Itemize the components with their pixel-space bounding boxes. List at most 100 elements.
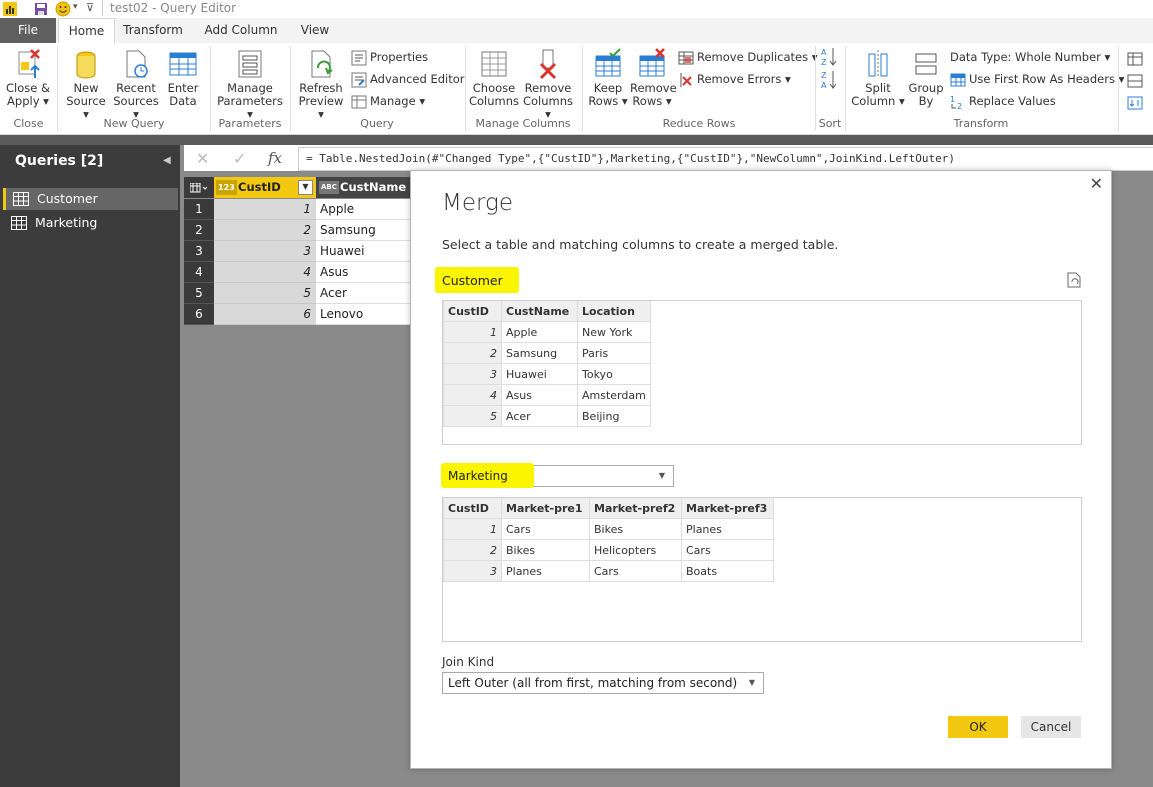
refresh-preview-button[interactable]: Refresh Preview ▾ [295,48,347,121]
close-apply-button[interactable]: Close & Apply ▾ [3,48,53,108]
table-row[interactable]: 2 2 Samsung [184,220,410,241]
cell[interactable]: Huawei [316,241,410,262]
group-by-button[interactable]: Group By [906,48,946,108]
cell[interactable]: Apple [316,199,410,220]
second-table-select[interactable]: Marketing ▼ [441,463,674,488]
cell: New York [577,321,651,343]
tab-file[interactable]: File [0,18,56,43]
enter-data-button[interactable]: Enter Data [163,48,203,108]
cancel-formula-icon[interactable]: ✕ [196,149,209,168]
ok-button[interactable]: OK [948,716,1008,738]
column-type-icon[interactable]: 123 [216,180,237,195]
recent-sources-button[interactable]: Recent Sources ▾ [110,48,162,121]
enter-data-label-2: Data [169,94,197,108]
table-row: 1 Apple New York [443,321,651,343]
column-header-custid[interactable]: 123 CustID ▼ [214,177,316,198]
query-item-marketing[interactable]: Marketing [4,212,176,234]
remove-duplicates-button[interactable]: Remove Duplicates ▾ [678,47,818,67]
table-row[interactable]: 6 6 Lenovo [184,304,410,325]
cell: Planes [681,518,774,540]
column-header[interactable]: Market-pref2 [589,498,682,519]
manage-parameters-button[interactable]: Manage Parameters ▾ [213,48,287,121]
collapse-pane-icon[interactable]: ◀ [163,155,171,166]
table-row: 2 Bikes Helicopters Cars [443,539,774,561]
svg-text:1: 1 [950,95,955,104]
table-row[interactable]: 5 5 Acer [184,283,410,304]
row-number: 2 [184,220,214,241]
query-item-customer[interactable]: Customer [3,188,178,210]
cell[interactable]: Lenovo [316,304,410,325]
column-header-custname[interactable]: ABC CustName [316,177,410,198]
table-row[interactable]: 1 1 Apple [184,199,410,220]
table-menu-icon [190,183,208,193]
queries-pane: Queries [2] ◀ Customer Marketing [0,145,180,787]
tab-add-column[interactable]: Add Column [199,18,283,43]
tab-view[interactable]: View [292,18,338,43]
close-apply-label-2: Apply ▾ [7,94,49,108]
column-filter-icon[interactable]: ▼ [298,180,313,195]
remove-errors-button[interactable]: Remove Errors ▾ [678,69,791,89]
remove-rows-icon [639,48,665,77]
choose-columns-button[interactable]: Choose Columns [468,48,520,108]
advanced-editor-button[interactable]: Advanced Editor [351,69,465,89]
group-label-reduce-rows: Reduce Rows [662,117,736,130]
cell[interactable]: Asus [316,262,410,283]
cancel-button[interactable]: Cancel [1021,716,1081,738]
dropdown-arrow-icon[interactable]: ▾ [73,2,78,12]
keep-rows-button[interactable]: Keep Rows ▾ [586,48,630,108]
customize-toolbar-icon[interactable]: ⊽ [86,1,94,14]
table-row[interactable]: 3 3 Huawei [184,241,410,262]
select-all-corner[interactable] [184,177,214,198]
merge-queries-icon[interactable] [1127,51,1143,67]
use-first-row-label: Use First Row As Headers ▾ [969,72,1125,86]
column-header[interactable]: CustID [443,498,502,519]
replace-values-button[interactable]: 1 2 Replace Values [950,91,1056,111]
column-header[interactable]: CustName [501,301,578,322]
cell[interactable]: 1 [214,199,316,220]
choose-columns-icon [481,51,507,77]
tab-home[interactable]: Home [58,18,115,44]
split-column-button[interactable]: Split Column ▾ [850,48,906,108]
column-header[interactable]: Market-pre1 [501,498,590,519]
column-header[interactable]: Market-pref3 [681,498,774,519]
cell[interactable]: 6 [214,304,316,325]
column-type-icon[interactable]: ABC [319,181,339,194]
data-type-dropdown[interactable]: Data Type: Whole Number ▾ [950,47,1110,67]
new-source-button[interactable]: New Source ▾ [62,48,110,121]
column-header[interactable]: Location [577,301,651,322]
cell[interactable]: 4 [214,262,316,283]
remove-columns-button[interactable]: Remove Columns ▾ [520,48,576,121]
close-icon[interactable]: ✕ [1090,174,1103,193]
chevron-down-icon: ▼ [748,678,755,687]
tab-transform[interactable]: Transform [118,18,188,43]
cell[interactable]: Samsung [316,220,410,241]
sort-ascending-button[interactable]: AZ [820,46,838,71]
split-column-icon [868,50,888,78]
combine-binaries-icon[interactable] [1127,95,1143,111]
use-first-row-headers-button[interactable]: Use First Row As Headers ▾ [950,69,1124,89]
chevron-down-icon: ▼ [658,471,665,480]
confirm-formula-icon[interactable]: ✓ [233,149,246,168]
sort-descending-button[interactable]: ZA [820,69,838,94]
cell[interactable]: 5 [214,283,316,304]
cell: Tokyo [577,363,651,385]
manage-button[interactable]: Manage ▾ [351,91,425,111]
svg-text:2: 2 [957,102,962,110]
refresh-preview-icon[interactable] [1067,272,1081,288]
column-header[interactable]: CustID [443,301,502,322]
cell-value: 2 [303,223,311,237]
cell[interactable]: 3 [214,241,316,262]
table-row[interactable]: 4 4 Asus [184,262,410,283]
formula-input[interactable]: = Table.NestedJoin(#"Changed Type",{"Cus… [298,147,1153,171]
save-icon[interactable] [34,2,48,16]
cell[interactable]: Acer [316,283,410,304]
fx-icon[interactable]: fx [268,149,282,167]
cell[interactable]: 2 [214,220,316,241]
remove-rows-button[interactable]: Remove Rows ▾ [630,48,677,108]
cell: 4 [443,384,502,406]
join-kind-select[interactable]: Left Outer (all from first, matching fro… [442,672,764,694]
properties-button[interactable]: Properties [351,47,428,67]
append-queries-icon[interactable] [1127,73,1143,89]
smiley-feedback-icon[interactable] [55,1,71,17]
formula-bar: ✕ ✓ fx = Table.NestedJoin(#"Changed Type… [184,145,1153,171]
